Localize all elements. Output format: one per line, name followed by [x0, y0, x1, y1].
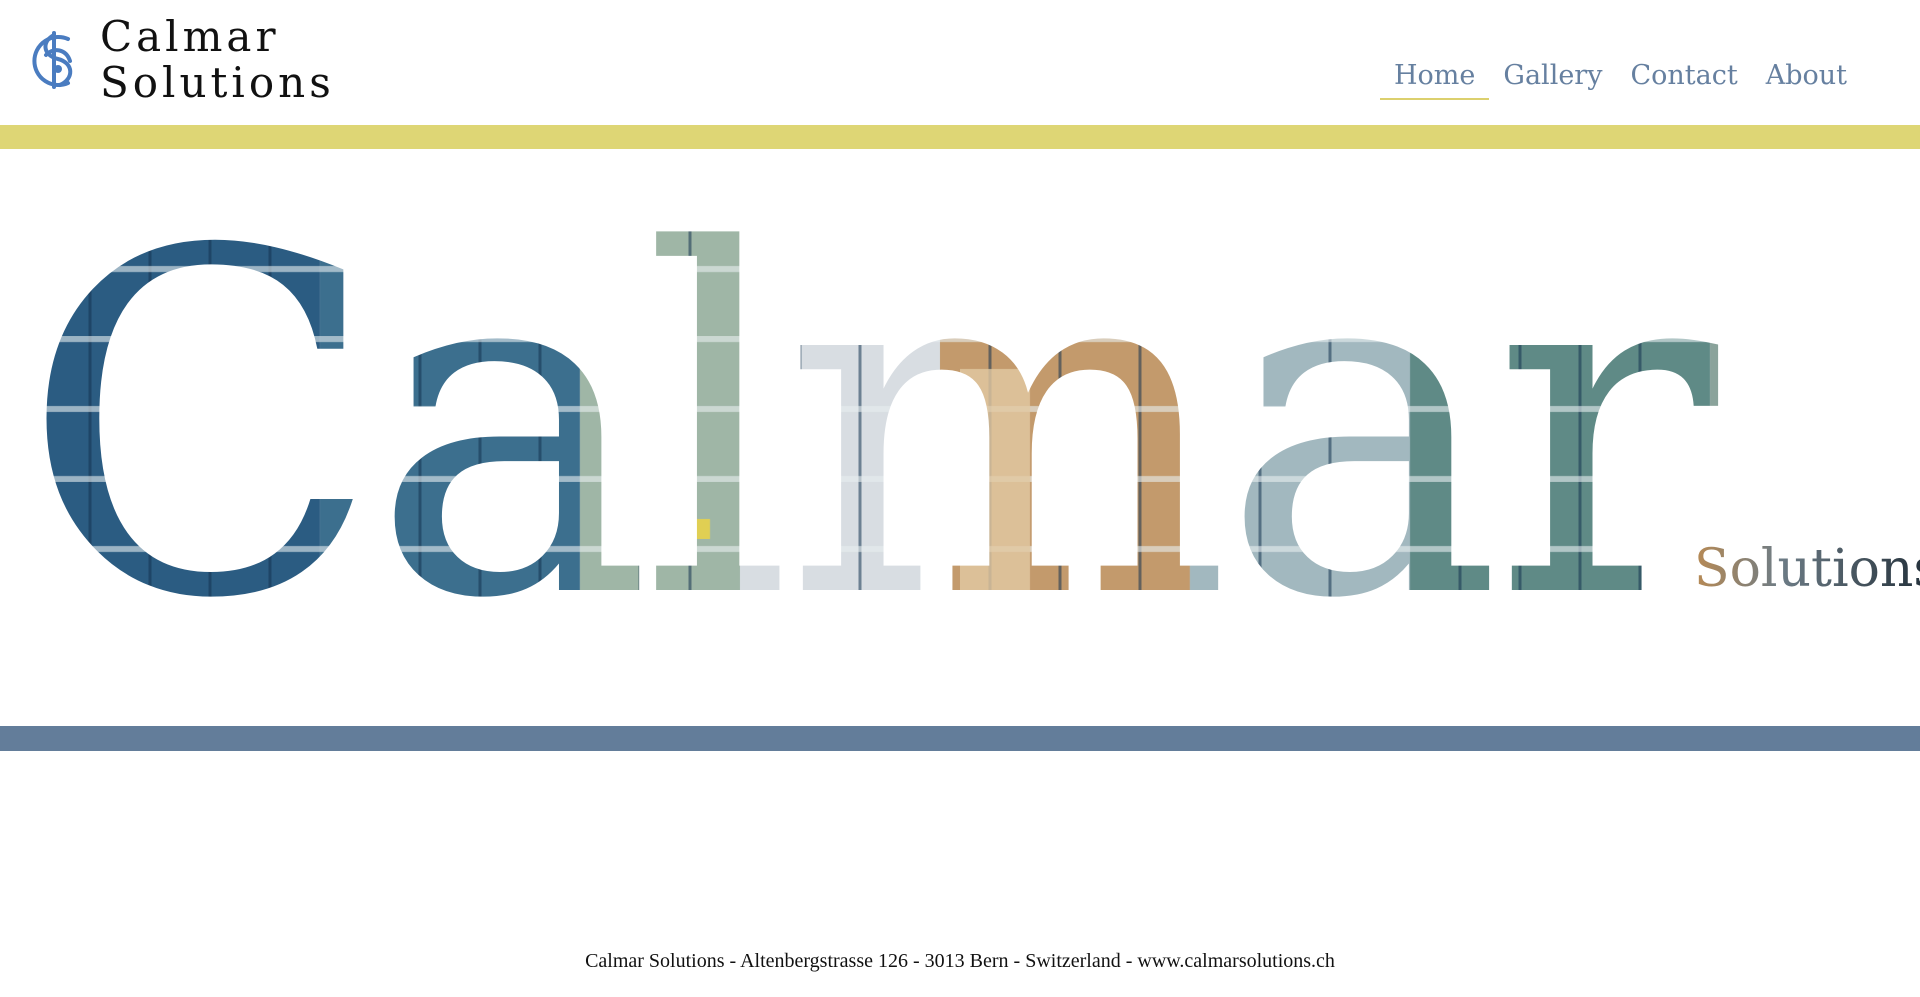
accent-band-bottom: [0, 726, 1920, 751]
site-header: Calmar Solutions Home Gallery Contact Ab…: [0, 0, 1920, 125]
hero-graphic: Calmar Solutions: [20, 153, 1920, 702]
nav-about[interactable]: About: [1752, 58, 1861, 94]
logo-home-link[interactable]: Calmar Solutions: [24, 14, 335, 106]
nav-gallery[interactable]: Gallery: [1489, 58, 1616, 94]
logo-line-2: Solutions: [100, 58, 335, 107]
nav-home[interactable]: Home: [1380, 58, 1490, 100]
hero-title: Calmar: [20, 153, 1721, 702]
calmar-monogram-icon: [32, 31, 73, 89]
hero-banner: Calmar Solutions: [0, 149, 1920, 726]
nav-contact[interactable]: Contact: [1616, 58, 1751, 94]
hero-subtitle: Solutions: [1694, 539, 1920, 599]
logo-wordmark: Calmar Solutions: [100, 14, 335, 106]
main-nav: Home Gallery Contact About: [1380, 58, 1861, 100]
accent-band-top: [0, 125, 1920, 149]
site-footer: Calmar Solutions - Altenbergstrasse 126 …: [0, 950, 1920, 973]
logo-line-1: Calmar: [100, 12, 280, 61]
footer-address: Calmar Solutions - Altenbergstrasse 126 …: [585, 950, 1335, 972]
